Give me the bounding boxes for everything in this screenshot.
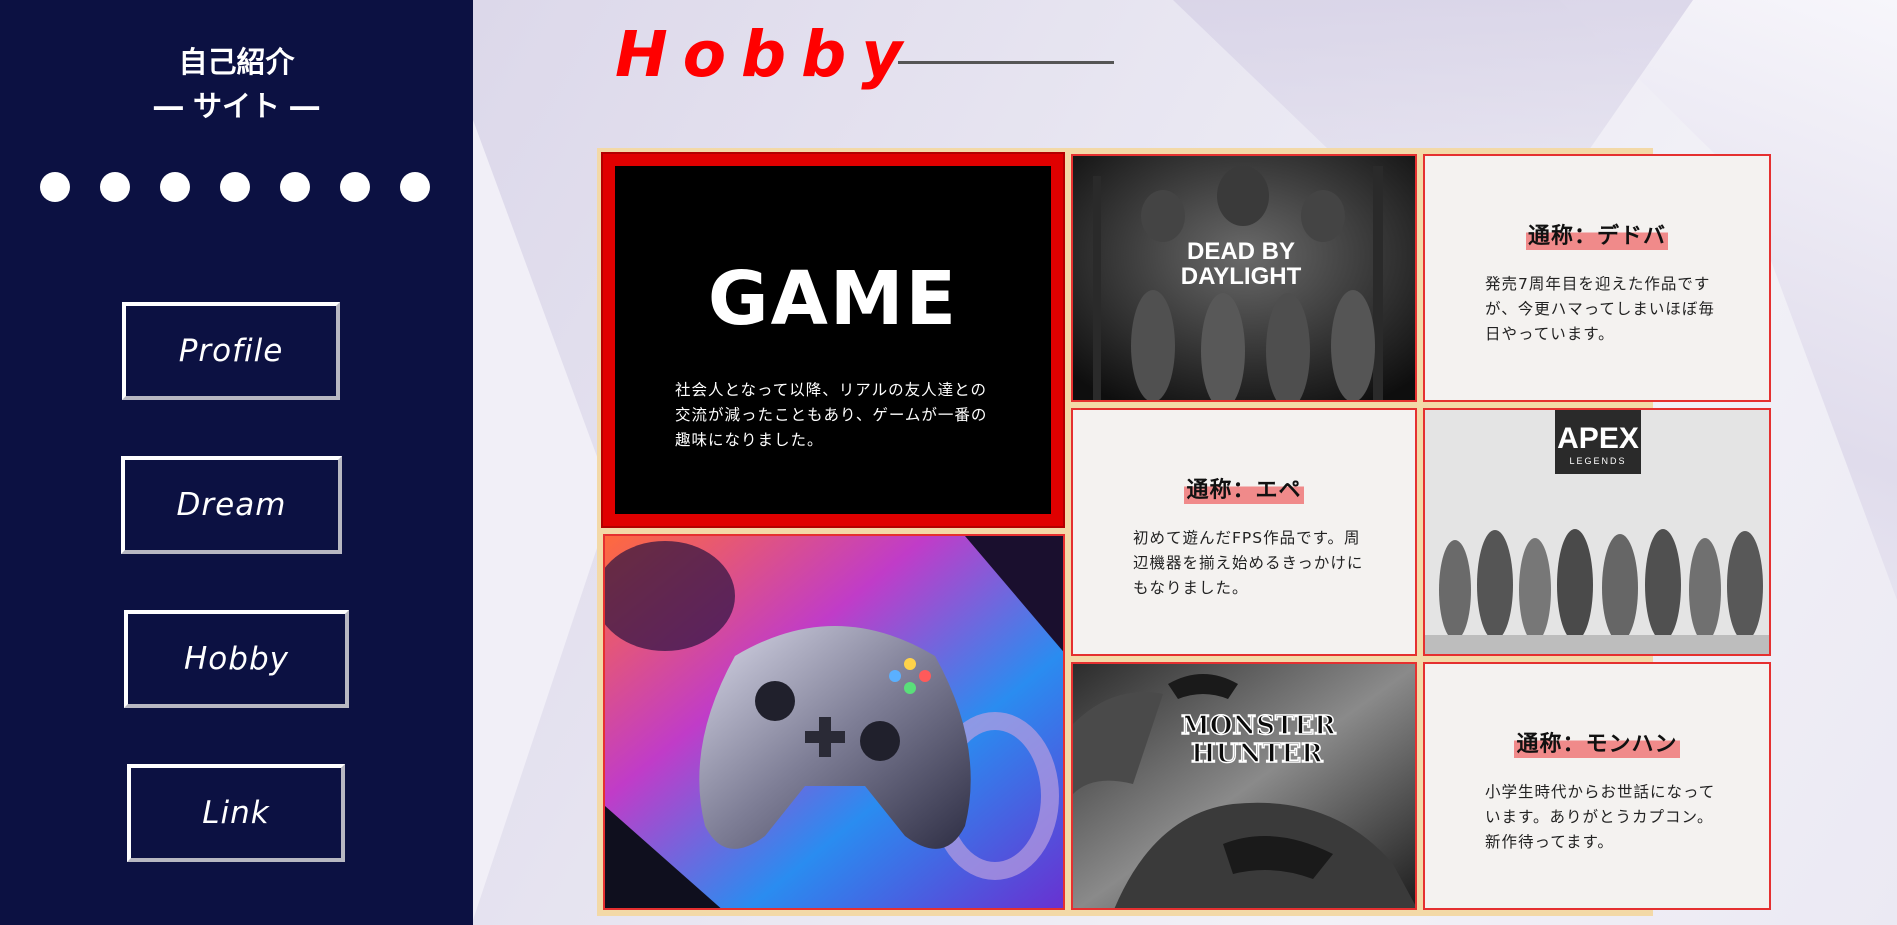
apex-logo-line2: LEGENDS (1569, 456, 1626, 466)
dot-icon (100, 172, 130, 202)
page-title: Hobby (615, 18, 918, 91)
site-title-line2: ― サイト ― (153, 89, 320, 123)
dot-icon (280, 172, 310, 202)
monster-hunter-image: MONSTER HUNTER (1071, 662, 1417, 910)
apex-legends-image: APEX LEGENDS (1423, 408, 1771, 656)
sidebar: 自己紹介 ― サイト ― Profile Dream Hobby Link (0, 0, 473, 925)
main-content: Hobby GAME 社会人となって以降、リアルの友人達との交流が減ったこともあ… (473, 0, 1897, 925)
dot-icon (160, 172, 190, 202)
background-shape (473, 120, 613, 920)
game-description: 発売7周年目を迎えた作品ですが、今更ハマってしまいほぼ毎日やっています。 (1485, 275, 1715, 343)
title-underline (898, 61, 1114, 64)
nav-button-dream[interactable]: Dream (121, 456, 342, 554)
mh-logo-line1: MONSTER (1181, 711, 1336, 741)
dot-icon (400, 172, 430, 202)
nav-button-link[interactable]: Link (127, 764, 345, 862)
nav-button-profile[interactable]: Profile (122, 302, 340, 400)
game-description: 初めて遊んだFPS作品です。周辺機器を揃え始めるきっかけにもなりました。 (1133, 529, 1364, 597)
game-description: 社会人となって以降、リアルの友人達との交流が減ったこともあり、ゲームが一番の趣味… (675, 381, 988, 449)
monster-hunter-info: 通称：モンハン 小学生時代からお世話になっています。ありがとうカプコン。新作待っ… (1423, 662, 1771, 910)
apex-legends-info: 通称：エペ 初めて遊んだFPS作品です。周辺機器を揃え始めるきっかけにもなりまし… (1071, 408, 1417, 656)
mh-logo-line2: HUNTER (1191, 739, 1323, 769)
nickname-label: 通称：デドバ (1525, 218, 1668, 250)
dot-icon (340, 172, 370, 202)
dbd-logo-line2: DAYLIGHT (1181, 263, 1302, 290)
apex-logo-line1: APEX (1557, 422, 1639, 455)
dead-by-daylight-info: 通称：デドバ 発売7周年目を迎えた作品ですが、今更ハマってしまいほぼ毎日やってい… (1423, 154, 1771, 402)
dot-icon (40, 172, 70, 202)
dbd-logo-line1: DEAD BY (1187, 238, 1295, 265)
hobby-grid: GAME 社会人となって以降、リアルの友人達との交流が減ったこともあり、ゲームが… (597, 148, 1771, 916)
site-title-line1: 自己紹介 (178, 45, 295, 79)
site-title: 自己紹介 ― サイト ― (0, 40, 473, 128)
dot-icon (220, 172, 250, 202)
decorative-dots (40, 172, 430, 202)
game-heading: GAME (707, 256, 959, 342)
nickname-label: 通称：エペ (1184, 472, 1304, 504)
nickname-label: 通称：モンハン (1514, 726, 1680, 758)
nav-button-hobby[interactable]: Hobby (124, 610, 349, 708)
game-intro-card: GAME 社会人となって以降、リアルの友人達との交流が減ったこともあり、ゲームが… (601, 152, 1065, 528)
controller-image (603, 534, 1065, 910)
game-description: 小学生時代からお世話になっています。ありがとうカプコン。新作待ってます。 (1485, 783, 1716, 851)
dead-by-daylight-image: DEAD BY DAYLIGHT (1071, 154, 1417, 402)
